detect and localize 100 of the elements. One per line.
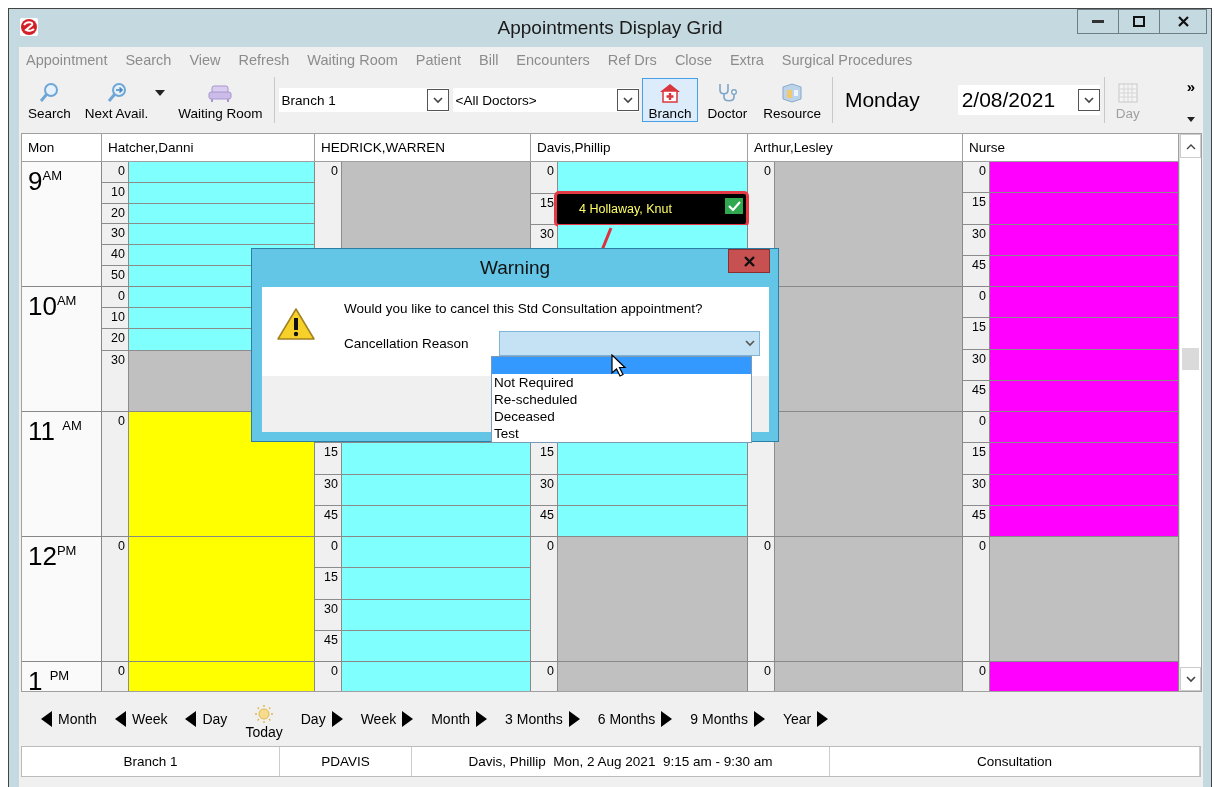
caret-icon[interactable] bbox=[155, 90, 166, 96]
column-header: Mon bbox=[22, 134, 102, 161]
dropdown-button[interactable] bbox=[1077, 89, 1100, 111]
view-button[interactable]: Doctor bbox=[700, 78, 755, 122]
branch-combo[interactable]: Branch 1 bbox=[278, 88, 449, 112]
nav-button[interactable]: Day bbox=[300, 711, 343, 727]
dialog-title: Warning bbox=[479, 257, 550, 279]
grid-icon bbox=[1116, 82, 1139, 104]
time-slot[interactable] bbox=[558, 505, 747, 536]
slot-minute: 50 bbox=[111, 267, 126, 283]
toolbar-button[interactable]: Waiting Room bbox=[171, 78, 270, 122]
time-slot[interactable] bbox=[129, 182, 314, 203]
hour-label: 9$^{AM}$ bbox=[28, 166, 62, 196]
nav-button[interactable]: Week bbox=[114, 711, 168, 727]
chevron-down-icon bbox=[745, 340, 755, 347]
caret-icon[interactable] bbox=[1186, 117, 1195, 122]
time-slot[interactable] bbox=[342, 599, 530, 630]
nav-button[interactable]: Year bbox=[782, 711, 829, 727]
time-slot[interactable] bbox=[342, 630, 530, 661]
dropdown-button[interactable] bbox=[426, 89, 449, 111]
nav-button[interactable]: Week bbox=[360, 711, 414, 727]
nav-button[interactable]: 6 Months bbox=[597, 711, 673, 727]
slot-minute: 0 bbox=[331, 663, 339, 678]
view-button[interactable]: Resource bbox=[756, 78, 828, 122]
right-triangle-icon bbox=[661, 711, 673, 727]
slot-minute: 45 bbox=[972, 256, 987, 272]
view-button[interactable]: Branch bbox=[641, 78, 699, 122]
dropdown-option[interactable] bbox=[492, 357, 751, 374]
minimize-button[interactable] bbox=[1077, 9, 1119, 34]
time-slot[interactable] bbox=[129, 203, 314, 224]
slot-minute: 15 bbox=[972, 194, 987, 210]
slot-minute: 10 bbox=[111, 309, 126, 325]
scroll-down-button[interactable] bbox=[1180, 667, 1201, 691]
date-picker[interactable]: 2/08/2021 bbox=[957, 85, 1100, 115]
slot-minute: 20 bbox=[111, 330, 126, 346]
dropdown-button[interactable] bbox=[616, 89, 639, 111]
time-slot[interactable] bbox=[342, 505, 530, 536]
house-cross-icon bbox=[658, 82, 682, 104]
slot-minute: 0 bbox=[979, 413, 987, 428]
scrollbar-thumb[interactable] bbox=[1182, 348, 1199, 370]
column-header: Davis,Phillip bbox=[531, 134, 748, 161]
slot-minute: 15 bbox=[540, 444, 555, 460]
right-triangle-icon bbox=[817, 711, 829, 727]
time-slot[interactable] bbox=[129, 412, 314, 536]
overflow-button[interactable]: » bbox=[1186, 78, 1195, 95]
window-title: Appointments Display Grid bbox=[497, 17, 723, 38]
weekday-label: Monday bbox=[844, 88, 920, 112]
search-arrow-icon bbox=[105, 82, 128, 104]
status-cell: Consultation bbox=[830, 747, 1200, 776]
close-button[interactable] bbox=[1159, 9, 1207, 34]
left-triangle-icon bbox=[41, 711, 52, 727]
nav-button[interactable]: Day bbox=[185, 711, 228, 727]
slot-minute: 30 bbox=[111, 225, 126, 241]
slot-minute: 40 bbox=[111, 246, 126, 262]
hour-label: 10$^{AM}$ bbox=[28, 291, 77, 321]
doctor-combo[interactable]: <All Doctors> bbox=[452, 88, 639, 112]
status-cell: Branch 1 bbox=[22, 747, 280, 776]
slot-minute: 0 bbox=[118, 288, 126, 303]
nav-button[interactable]: 3 Months bbox=[505, 711, 580, 727]
app-logo-icon bbox=[20, 18, 38, 36]
slot-minute: 30 bbox=[972, 475, 987, 491]
nav-button[interactable]: 9 Months bbox=[690, 711, 765, 727]
chevron-down-icon bbox=[432, 96, 443, 104]
field-label: Cancellation Reason bbox=[344, 336, 470, 351]
room-icon bbox=[780, 82, 805, 104]
sun-icon bbox=[254, 704, 275, 724]
right-triangle-icon bbox=[331, 711, 343, 727]
column-header: Nurse bbox=[963, 134, 1179, 161]
dialog-message: Would you like to cancel this Std Consultation appointment? bbox=[344, 301, 704, 316]
status-cell: PDAVIS bbox=[280, 747, 412, 776]
slot-minute: 20 bbox=[111, 204, 126, 220]
left-triangle-icon bbox=[185, 711, 197, 727]
slot-minute: 0 bbox=[547, 663, 555, 678]
right-triangle-icon bbox=[476, 711, 488, 727]
nav-button[interactable]: Month bbox=[41, 711, 97, 727]
slot-minute: 0 bbox=[331, 163, 339, 178]
today-button[interactable]: Today bbox=[245, 704, 283, 740]
reason-dropdown[interactable] bbox=[499, 331, 760, 356]
right-triangle-icon bbox=[753, 711, 765, 727]
slot-minute: 15 bbox=[324, 444, 339, 460]
hour-label: 12$^{PM}$ bbox=[28, 541, 77, 571]
close-icon bbox=[743, 255, 755, 267]
nav-button[interactable]: Month bbox=[431, 711, 488, 727]
slot-minute: 0 bbox=[764, 163, 772, 178]
scroll-up-button[interactable] bbox=[1180, 134, 1201, 158]
time-slot[interactable] bbox=[558, 474, 747, 505]
slot-minute: 0 bbox=[979, 288, 987, 303]
time-slot[interactable] bbox=[342, 474, 530, 505]
left-triangle-icon bbox=[114, 711, 126, 727]
time-slot[interactable] bbox=[129, 224, 314, 245]
slot-minute: 45 bbox=[324, 631, 339, 647]
slot-minute: 30 bbox=[111, 351, 126, 367]
slot-minute: 0 bbox=[547, 163, 555, 178]
maximize-button[interactable] bbox=[1118, 9, 1160, 34]
sofa-icon bbox=[207, 82, 234, 104]
slot-minute: 0 bbox=[979, 163, 987, 178]
toolbar-button[interactable]: Next Avail. bbox=[77, 78, 156, 122]
time-slot[interactable] bbox=[558, 162, 747, 193]
time-slot[interactable] bbox=[342, 537, 530, 568]
toolbar-button[interactable]: Search bbox=[21, 78, 78, 122]
